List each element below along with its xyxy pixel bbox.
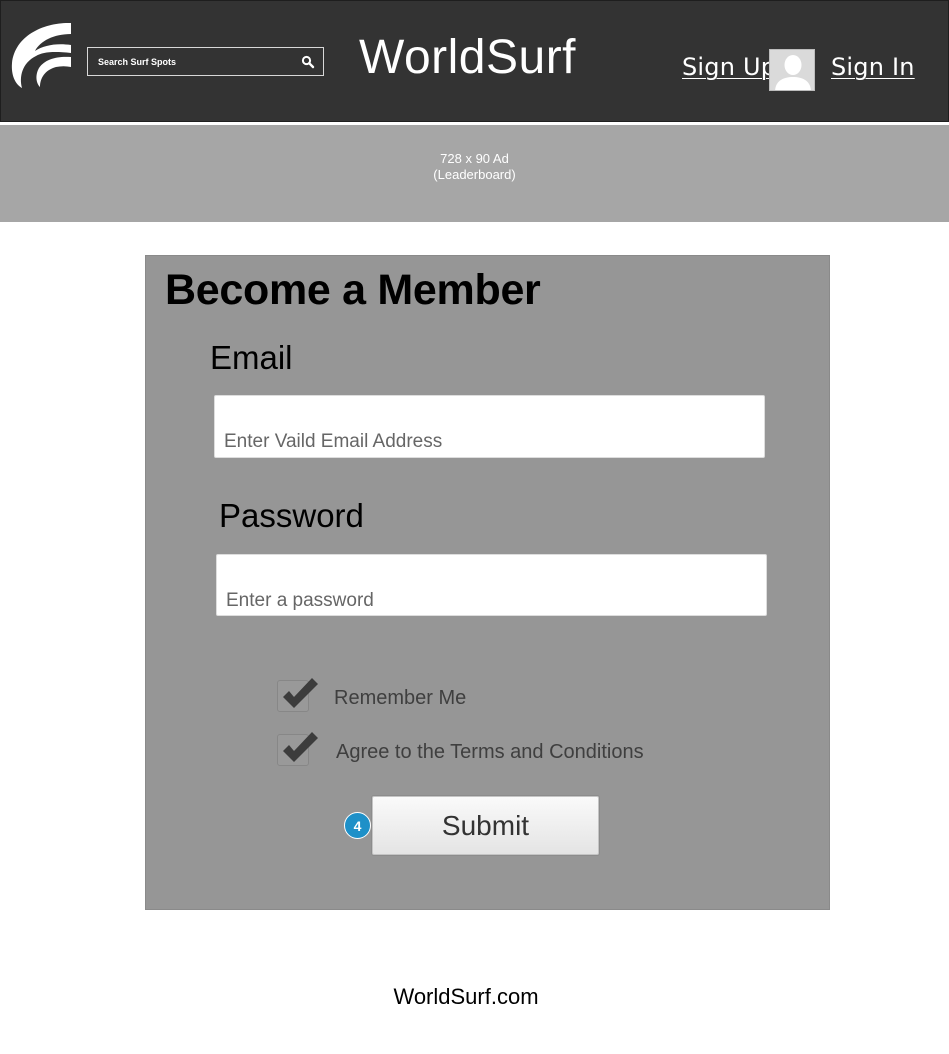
wave-logo-icon[interactable] (9, 21, 73, 91)
checkmark-icon (283, 732, 318, 762)
checkmark-icon (283, 678, 318, 708)
password-field[interactable] (216, 554, 767, 616)
submit-button[interactable]: Submit (372, 796, 599, 855)
terms-option[interactable]: Agree to the Terms and Conditions (277, 732, 644, 766)
site-header: WorldSurf Sign Up Sign In (0, 0, 949, 122)
form-title: Become a Member (165, 266, 541, 314)
search-icon[interactable] (293, 48, 323, 75)
search-box (87, 47, 324, 76)
terms-label: Agree to the Terms and Conditions (336, 740, 644, 763)
remember-me-option[interactable]: Remember Me (277, 678, 467, 712)
email-label: Email (210, 339, 293, 376)
sign-up-link[interactable]: Sign Up (682, 53, 776, 81)
sign-in-link[interactable]: Sign In (831, 53, 915, 81)
leaderboard-ad[interactable]: 728 x 90 Ad (Leaderboard) (0, 125, 949, 222)
remember-me-checkbox[interactable] (277, 678, 318, 712)
user-avatar-icon[interactable] (769, 49, 815, 91)
search-input[interactable] (88, 48, 293, 75)
terms-checkbox[interactable] (277, 732, 318, 766)
site-title: WorldSurf (359, 31, 577, 84)
ad-type-label: (Leaderboard) (433, 166, 516, 182)
remember-me-label: Remember Me (334, 686, 467, 709)
email-field[interactable] (214, 395, 765, 458)
ad-size-label: 728 x 90 Ad (440, 150, 509, 166)
signup-form-panel: Become a Member Email Password Remember … (145, 255, 830, 910)
footer-text: WorldSurf.com (393, 984, 539, 1009)
password-label: Password (219, 497, 364, 534)
step-number-badge: 4 (344, 812, 371, 839)
